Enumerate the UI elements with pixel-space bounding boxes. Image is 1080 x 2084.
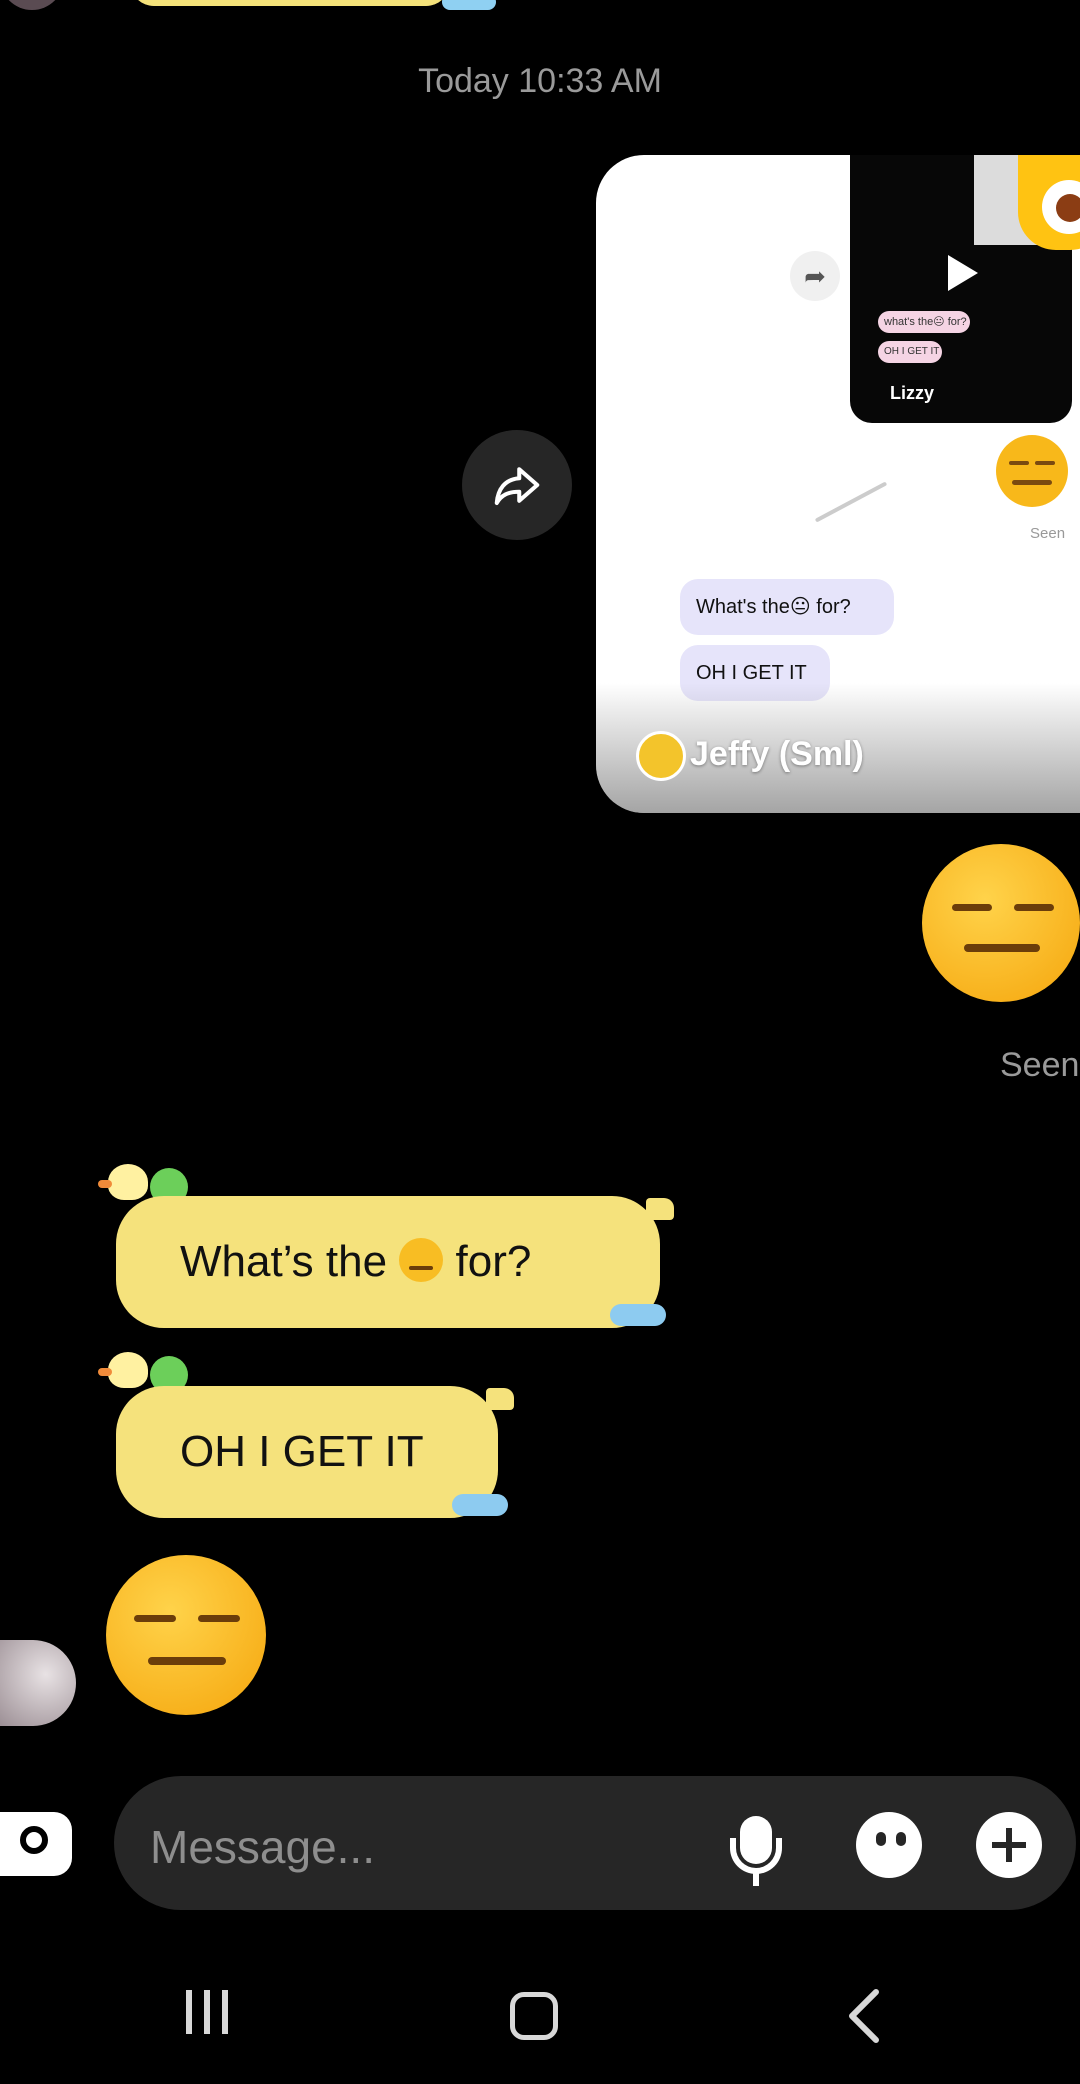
mini-bubble: what's the😐 for? <box>878 311 970 333</box>
mini-bubble: OH I GET IT <box>878 341 942 363</box>
share-forward-icon: ➦ <box>790 251 840 301</box>
post-author-avatar[interactable] <box>636 731 686 781</box>
expressionless-emoji-message[interactable] <box>106 1555 266 1715</box>
shared-post-card[interactable]: ➦ what's the😐 for? OH I GET IT Lizzy See… <box>596 155 1080 813</box>
seen-status: Seen <box>1000 1046 1080 1084</box>
expressionless-emoji-icon <box>996 435 1068 507</box>
back-chevron-icon <box>849 1989 879 2043</box>
bubble-cloud-decoration <box>442 0 496 10</box>
previous-sender-avatar[interactable] <box>0 0 64 10</box>
preview-divider <box>814 481 888 523</box>
neutral-face-emoji-icon <box>399 1238 444 1282</box>
camera-icon <box>20 1826 48 1854</box>
microphone-icon-stem <box>753 1872 759 1886</box>
message-text: What’s the <box>180 1237 388 1286</box>
mascot-pupil <box>1056 194 1080 222</box>
back-button[interactable] <box>846 1988 882 2049</box>
cloud-decoration-icon <box>610 1304 666 1326</box>
preview-bubble: What's the😐 for? <box>680 579 894 635</box>
share-forward-icon <box>494 467 540 506</box>
thread-timestamp: Today 10:33 AM <box>418 62 662 100</box>
incoming-message-bubble[interactable]: What’s the for? <box>116 1196 660 1328</box>
share-button[interactable] <box>462 430 572 540</box>
bubble-flap-decoration <box>646 1198 674 1220</box>
post-author-name[interactable]: Jeffy (Sml) <box>690 735 864 774</box>
recent-apps-button[interactable] <box>182 1990 232 2034</box>
play-icon <box>948 255 978 291</box>
sticker-icon-eye <box>876 1832 886 1846</box>
duck-decoration-icon <box>98 1352 148 1388</box>
home-button[interactable] <box>510 1992 558 2040</box>
cloud-decoration-icon <box>452 1494 508 1516</box>
bubble-flap-decoration <box>486 1388 514 1410</box>
preview-seen-label: Seen <box>1030 525 1066 542</box>
expressionless-emoji-message[interactable] <box>922 844 1080 1002</box>
previous-message-bubble[interactable] <box>130 0 450 6</box>
plus-icon <box>1006 1828 1012 1862</box>
sender-avatar[interactable] <box>0 1640 76 1726</box>
incoming-message-bubble[interactable]: OH I GET IT <box>116 1386 498 1518</box>
inner-username: Lizzy <box>890 383 935 403</box>
message-input[interactable]: Message... <box>150 1820 375 1874</box>
sticker-icon-eye <box>896 1832 906 1846</box>
duck-decoration-icon <box>98 1164 148 1200</box>
sticker-icon[interactable] <box>856 1812 922 1878</box>
message-text: for? <box>455 1237 532 1286</box>
